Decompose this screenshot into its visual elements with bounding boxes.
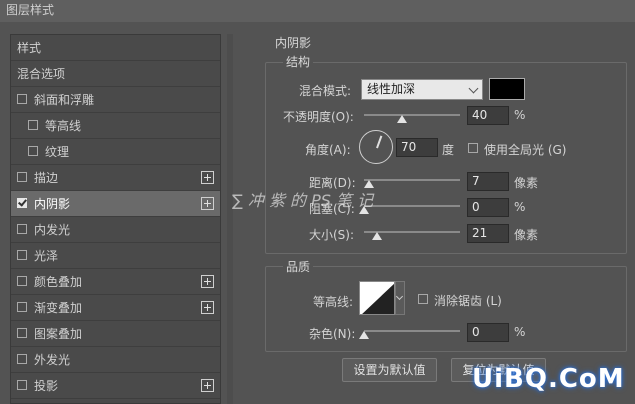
style-item[interactable]: 投影 bbox=[11, 373, 220, 399]
style-item-label: 内阴影 bbox=[34, 197, 71, 211]
style-item-checkbox[interactable] bbox=[17, 94, 27, 104]
add-effect-plus-icon[interactable] bbox=[201, 197, 214, 210]
distance-unit: 像素 bbox=[514, 176, 539, 190]
watermark-overlay: ∑ 冲 紫 的 PS 笔 记 bbox=[232, 191, 374, 210]
site-watermark: UiBQ.CoM bbox=[472, 364, 625, 394]
style-item[interactable]: 光泽 bbox=[11, 243, 220, 269]
size-label: 大小(S): bbox=[309, 228, 355, 242]
angle-input[interactable]: 70 bbox=[396, 138, 438, 157]
angle-dial[interactable] bbox=[359, 130, 393, 164]
style-item-checkbox[interactable] bbox=[17, 250, 27, 260]
style-item-checkbox[interactable] bbox=[17, 172, 27, 182]
opacity-input[interactable]: 40 bbox=[467, 106, 509, 125]
style-item[interactable]: 描边 bbox=[11, 165, 220, 191]
style-item-label: 描边 bbox=[34, 171, 59, 185]
opacity-label: 不透明度(O): bbox=[283, 110, 354, 124]
blend-mode-value: 线性加深 bbox=[367, 82, 416, 96]
set-default-button[interactable]: 设置为默认值 bbox=[342, 358, 437, 382]
style-item-label: 外发光 bbox=[34, 353, 71, 367]
opacity-slider-track[interactable] bbox=[364, 114, 460, 116]
angle-dial-hand bbox=[376, 135, 382, 149]
anti-alias-label: 消除锯齿 (L) bbox=[434, 294, 502, 308]
style-item[interactable]: 内发光 bbox=[11, 217, 220, 243]
add-effect-plus-icon[interactable] bbox=[201, 379, 214, 392]
style-item-label: 颜色叠加 bbox=[34, 275, 83, 289]
contour-dropdown-button[interactable] bbox=[395, 281, 405, 315]
global-light-label: 使用全局光 (G) bbox=[484, 143, 567, 157]
style-item-checkbox[interactable] bbox=[17, 276, 27, 286]
style-item-checkbox[interactable] bbox=[28, 146, 38, 156]
size-input[interactable]: 21 bbox=[467, 224, 509, 243]
style-item-label: 等高线 bbox=[45, 119, 82, 133]
size-slider-thumb[interactable] bbox=[372, 232, 382, 240]
structure-title: 结构 bbox=[283, 53, 314, 70]
style-item-checkbox[interactable] bbox=[17, 380, 27, 390]
angle-label: 角度(A): bbox=[305, 143, 351, 157]
style-item-checkbox[interactable] bbox=[17, 302, 27, 312]
choke-unit: % bbox=[514, 200, 526, 214]
style-item[interactable]: 混合选项 bbox=[11, 61, 220, 87]
dialog-title: 图层样式 bbox=[0, 0, 635, 22]
choke-slider-track[interactable] bbox=[364, 205, 460, 207]
contour-label: 等高线: bbox=[313, 295, 354, 309]
angle-unit: 度 bbox=[442, 143, 455, 157]
style-item[interactable]: 图案叠加 bbox=[11, 321, 220, 347]
style-item[interactable]: 颜色叠加 bbox=[11, 269, 220, 295]
style-item-checkbox[interactable] bbox=[17, 197, 27, 208]
add-effect-plus-icon[interactable] bbox=[201, 275, 214, 288]
shadow-color-swatch[interactable] bbox=[489, 78, 525, 100]
quality-title: 品质 bbox=[283, 258, 314, 275]
style-item[interactable]: 内阴影 bbox=[11, 191, 220, 217]
anti-alias-checkbox[interactable] bbox=[418, 294, 428, 304]
blend-mode-select[interactable]: 线性加深 bbox=[361, 79, 483, 100]
style-item[interactable]: 等高线 bbox=[11, 113, 220, 139]
checkmark-icon bbox=[18, 197, 27, 207]
style-item-label: 图案叠加 bbox=[34, 327, 83, 341]
style-item[interactable]: 渐变叠加 bbox=[11, 295, 220, 321]
style-item-checkbox[interactable] bbox=[28, 120, 38, 130]
opacity-slider-thumb[interactable] bbox=[397, 115, 408, 123]
size-unit: 像素 bbox=[514, 228, 539, 242]
contour-curve-icon bbox=[362, 283, 394, 314]
style-item-label: 渐变叠加 bbox=[34, 301, 83, 315]
style-item-label: 光泽 bbox=[34, 249, 59, 263]
style-item[interactable]: 外发光 bbox=[11, 347, 220, 373]
noise-label: 杂色(N): bbox=[309, 327, 356, 341]
opacity-unit: % bbox=[514, 108, 526, 122]
chevron-down-icon bbox=[468, 83, 479, 94]
noise-slider-thumb[interactable] bbox=[359, 331, 369, 339]
style-item[interactable]: 斜面和浮雕 bbox=[11, 87, 220, 113]
noise-input[interactable]: 0 bbox=[467, 323, 509, 342]
distance-input[interactable]: 7 bbox=[467, 172, 509, 191]
style-item-checkbox[interactable] bbox=[17, 328, 27, 338]
style-item-checkbox[interactable] bbox=[17, 224, 27, 234]
noise-unit: % bbox=[514, 325, 526, 339]
distance-slider-track[interactable] bbox=[364, 179, 460, 181]
style-list-scrollbar[interactable] bbox=[227, 34, 233, 404]
style-item-label: 投影 bbox=[34, 379, 59, 393]
style-item-label: 内发光 bbox=[34, 223, 71, 237]
section-title-inner-shadow: 内阴影 bbox=[275, 36, 312, 50]
noise-slider-track[interactable] bbox=[364, 330, 460, 332]
contour-preview[interactable] bbox=[359, 281, 395, 315]
style-item-label: 纹理 bbox=[45, 145, 70, 159]
style-list: 样式 混合选项斜面和浮雕等高线纹理描边内阴影内发光光泽颜色叠加渐变叠加图案叠加外发… bbox=[10, 34, 221, 404]
style-item-label: 斜面和浮雕 bbox=[34, 93, 95, 107]
add-effect-plus-icon[interactable] bbox=[201, 301, 214, 314]
blend-mode-label: 混合模式: bbox=[299, 84, 352, 98]
add-effect-plus-icon[interactable] bbox=[201, 171, 214, 184]
style-item-checkbox[interactable] bbox=[17, 354, 27, 364]
chevron-down-icon bbox=[395, 292, 404, 301]
choke-input[interactable]: 0 bbox=[467, 198, 509, 217]
style-item[interactable]: 纹理 bbox=[11, 139, 220, 165]
style-item[interactable]: 样式 bbox=[11, 35, 220, 61]
global-light-checkbox[interactable] bbox=[468, 143, 478, 153]
